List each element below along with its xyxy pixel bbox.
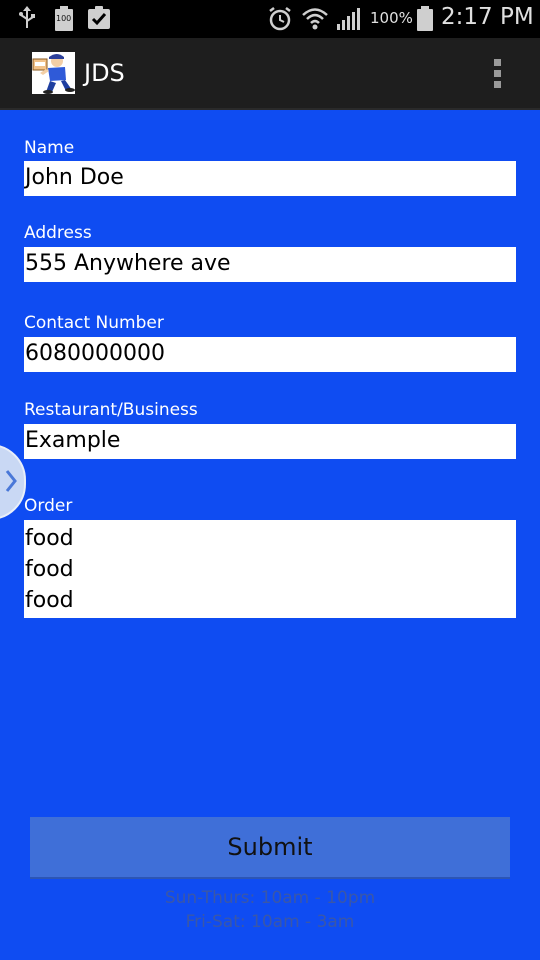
usb-icon	[18, 6, 36, 34]
address-input[interactable]: 555 Anywhere ave	[24, 247, 516, 282]
battery-icon	[416, 6, 434, 36]
business-input[interactable]: Example	[24, 424, 516, 459]
submit-button[interactable]: Submit	[30, 817, 510, 877]
chevron-right-icon	[5, 470, 17, 492]
hours-weekend: Fri-Sat: 10am - 3am	[185, 912, 355, 932]
app-logo	[32, 52, 75, 94]
action-bar: JDS	[0, 38, 540, 110]
order-line: food	[25, 526, 74, 551]
battery-percent-label: 100%	[370, 9, 413, 27]
side-panel-handle[interactable]	[0, 444, 26, 520]
clock: 2:17 PM	[441, 4, 534, 30]
app-screen: 100 100% 2:17 PM JDS Name John Doe Addre…	[0, 0, 540, 960]
order-textarea[interactable]: food food food	[24, 520, 516, 618]
signal-icon	[336, 6, 362, 36]
wifi-icon	[301, 6, 329, 36]
order-label: Order	[24, 496, 73, 516]
alarm-icon	[267, 6, 293, 36]
dot-icon	[494, 81, 501, 88]
dot-icon	[494, 70, 501, 77]
name-label: Name	[24, 138, 75, 158]
name-input[interactable]: John Doe	[24, 161, 516, 196]
contact-number-input[interactable]: 6080000000	[24, 337, 516, 372]
overflow-menu-button[interactable]	[487, 52, 509, 94]
status-bar: 100 100% 2:17 PM	[0, 0, 540, 38]
address-label: Address	[24, 223, 92, 243]
clipboard-check-icon	[87, 6, 111, 34]
dot-icon	[494, 59, 501, 66]
battery-small-label: 100	[56, 14, 72, 23]
order-line: food	[25, 588, 74, 613]
app-title: JDS	[84, 59, 125, 87]
contact-number-label: Contact Number	[24, 313, 164, 333]
order-line: food	[25, 557, 74, 582]
business-label: Restaurant/Business	[24, 400, 198, 420]
hours-weekday: Sun-Thurs: 10am - 10pm	[164, 888, 376, 908]
